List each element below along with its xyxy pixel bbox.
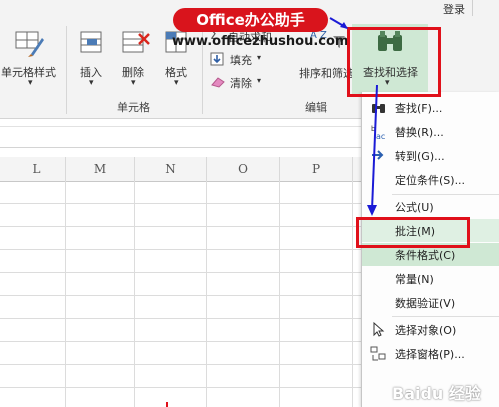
arrow-to-comments — [371, 84, 378, 211]
annotation-arrows — [329, 17, 378, 216]
arrow-badge-to-button-head — [340, 22, 348, 29]
arrow-to-comments-head — [367, 205, 377, 216]
